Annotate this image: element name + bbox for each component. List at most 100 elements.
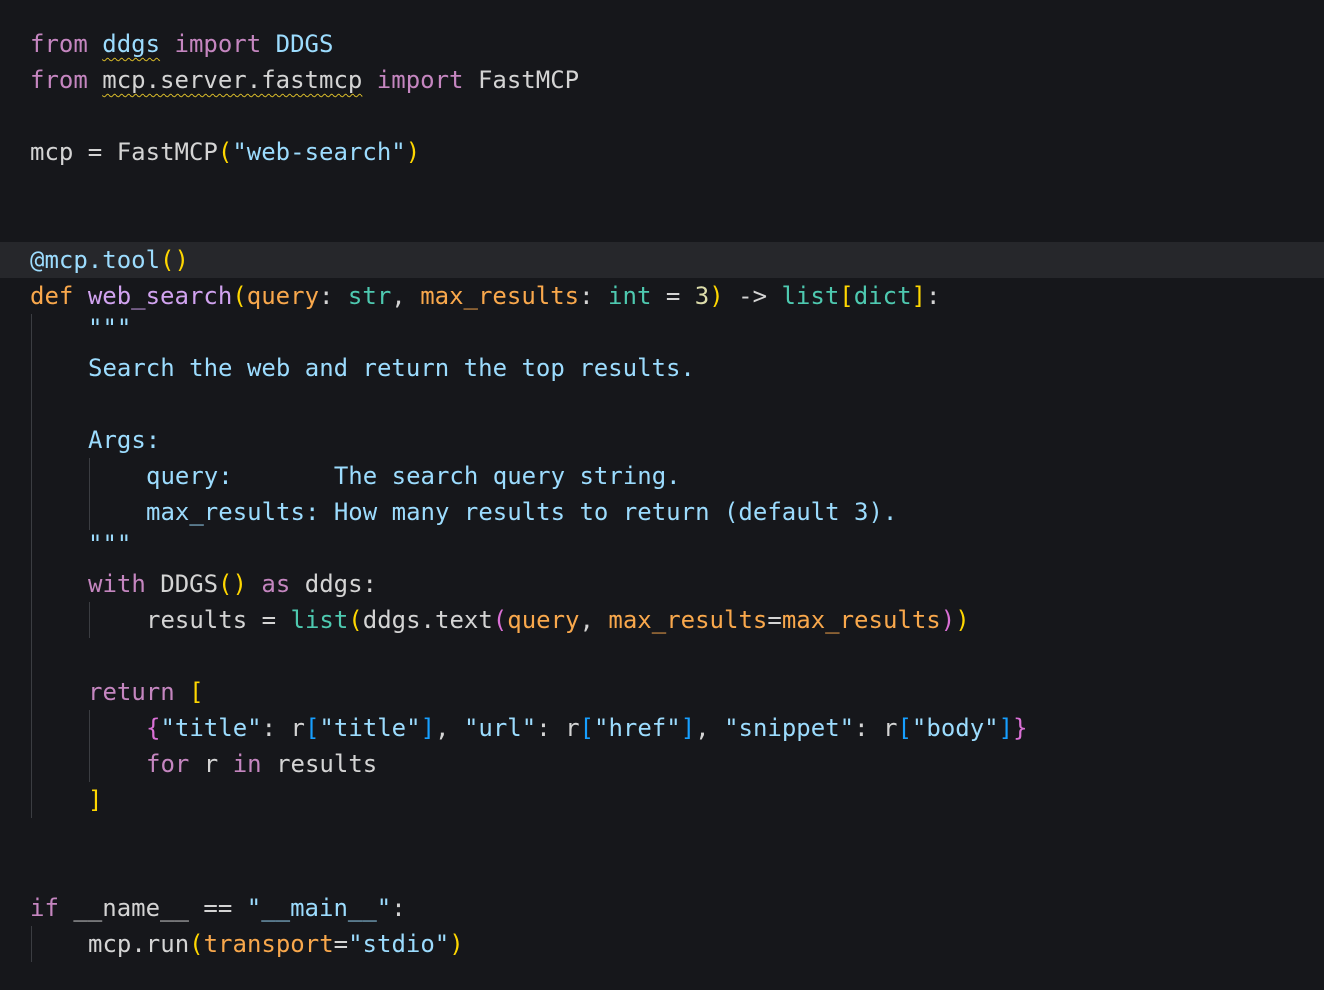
punctuation: , <box>579 606 609 634</box>
code-line-7[interactable]: Search the web and return the top result… <box>88 350 695 386</box>
bracket: [ <box>897 714 912 742</box>
bracket: [ <box>304 714 320 742</box>
code-line-3[interactable]: mcp = FastMCP("web-search") <box>30 134 420 170</box>
bracket: ( <box>348 606 363 634</box>
bracket: } <box>1013 714 1028 742</box>
keyword: from <box>30 66 88 94</box>
import-name: FastMCP <box>477 66 580 94</box>
operator: = <box>73 138 117 166</box>
keyword: import <box>174 30 262 58</box>
code-line-6[interactable]: """ <box>88 310 131 346</box>
operator: = <box>767 606 782 634</box>
code-line-8[interactable]: Args: <box>88 422 160 458</box>
bracket: ] <box>420 714 436 742</box>
keyword: from <box>30 30 88 58</box>
indent-guide <box>89 458 90 530</box>
argument: query <box>507 606 580 634</box>
keyword-argument: max_results <box>608 606 768 634</box>
punctuation: , <box>391 282 421 310</box>
indent-guide <box>31 926 32 962</box>
operator: = <box>333 930 349 958</box>
keyword: if <box>30 894 59 922</box>
function-name: web_search <box>87 282 233 310</box>
docstring: """ <box>88 314 132 342</box>
variable: : r <box>536 714 580 742</box>
bracket: () <box>160 246 189 274</box>
string: "href" <box>594 714 681 742</box>
bracket: ] <box>680 714 696 742</box>
bracket: ) <box>449 930 464 958</box>
bracket: ( <box>217 138 233 166</box>
bracket: ] <box>911 282 926 310</box>
method-call: ddgs.text <box>362 606 493 634</box>
class-call: FastMCP <box>116 138 218 166</box>
string: "stdio" <box>348 930 450 958</box>
string: "web-search" <box>232 138 406 166</box>
indent-guide <box>89 602 90 638</box>
docstring: Search the web and return the top result… <box>88 354 695 382</box>
code-line-1[interactable]: from ddgs import DDGS <box>30 26 333 62</box>
punctuation: , <box>435 714 464 742</box>
variable: : r <box>261 714 305 742</box>
string: "url" <box>463 714 537 742</box>
bracket: ) <box>955 606 970 634</box>
keyword: import <box>376 66 464 94</box>
keyword: def <box>30 282 74 310</box>
bracket: [ <box>839 282 854 310</box>
method-call: mcp.run <box>88 930 190 958</box>
type: str <box>347 282 392 310</box>
variable: r <box>189 750 233 778</box>
docstring: Args: <box>88 426 161 454</box>
variable: : r <box>854 714 898 742</box>
bracket: ] <box>998 714 1014 742</box>
code-line-14[interactable]: return [ <box>88 674 204 710</box>
punctuation: : <box>391 894 406 922</box>
punctuation: : <box>319 282 348 310</box>
docstring: """ <box>88 530 132 558</box>
number: 3 <box>694 282 710 310</box>
bracket: [ <box>174 678 204 706</box>
import-name: DDGS <box>275 30 334 58</box>
code-line-9[interactable]: query: The search query string. <box>146 458 681 494</box>
indent-guide <box>31 314 32 818</box>
bracket: [ <box>579 714 594 742</box>
variable: ddgs: <box>290 570 378 598</box>
bracket: ) <box>405 138 421 166</box>
bracket: ( <box>492 606 508 634</box>
argument: max_results <box>781 606 941 634</box>
bracket: ] <box>88 786 103 814</box>
code-editor[interactable]: from ddgs import DDGS from mcp.server.fa… <box>0 0 1324 990</box>
expression: __name__ == <box>58 894 247 922</box>
operator: = <box>651 282 695 310</box>
module-name: mcp.server.fastmcp <box>102 66 363 94</box>
code-line-19[interactable]: mcp.run(transport="stdio") <box>88 926 464 962</box>
code-line-16[interactable]: for r in results <box>146 746 377 782</box>
indent-guide <box>89 710 90 782</box>
class-call: DDGS <box>145 570 219 598</box>
docstring: query: The search query string. <box>146 462 681 490</box>
bracket: ) <box>940 606 956 634</box>
type: list <box>781 282 840 310</box>
punctuation: : <box>579 282 609 310</box>
code-line-2[interactable]: from mcp.server.fastmcp import FastMCP <box>30 62 579 98</box>
keyword: for <box>146 750 190 778</box>
bracket: { <box>146 714 161 742</box>
code-line-10[interactable]: max_results: How many results to return … <box>146 494 897 530</box>
assignment: results = <box>146 606 291 634</box>
punctuation: : <box>925 282 941 310</box>
code-line-18[interactable]: if __name__ == "__main__": <box>30 890 406 926</box>
type: dict <box>853 282 912 310</box>
code-line-13[interactable]: results = list(ddgs.text(query, max_resu… <box>146 602 970 638</box>
code-line-12[interactable]: with DDGS() as ddgs: <box>88 566 377 602</box>
bracket: () <box>218 570 247 598</box>
string: "title" <box>160 714 262 742</box>
code-line-4[interactable]: @mcp.tool() <box>30 242 189 278</box>
code-line-17[interactable]: ] <box>88 782 102 818</box>
bracket: ( <box>232 282 247 310</box>
code-line-5[interactable]: def web_search(query: str, max_results: … <box>30 278 940 314</box>
code-line-15[interactable]: {"title": r["title"], "url": r["href"], … <box>146 710 1028 746</box>
type: int <box>608 282 652 310</box>
code-line-11[interactable]: """ <box>88 526 131 562</box>
decorator: @mcp.tool <box>30 246 161 274</box>
keyword-argument: transport <box>203 930 334 958</box>
